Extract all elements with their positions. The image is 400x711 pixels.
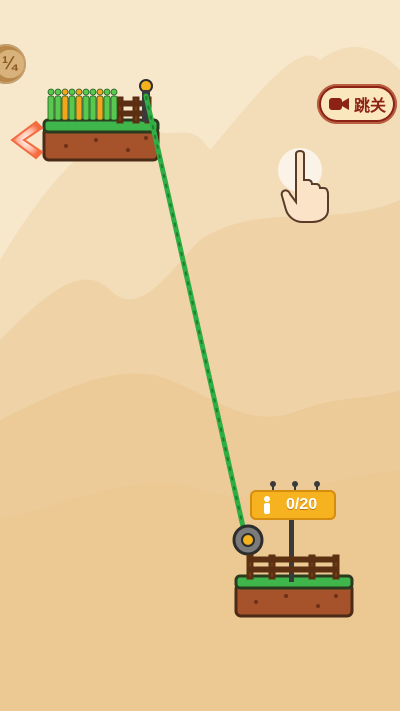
person-figure: [110, 88, 118, 121]
person-figure: [103, 88, 111, 121]
rescue-counter-sign: 0/20: [250, 490, 336, 520]
game-stage[interactable]: ¼ 跳关 0/20: [0, 0, 400, 711]
back-arrow-icon[interactable]: [6, 116, 54, 164]
person-figure: [82, 88, 90, 121]
skip-level-label: 跳关: [353, 96, 386, 115]
video-camera-icon: [328, 98, 349, 110]
person-figure: [75, 88, 83, 121]
skip-level-button[interactable]: 跳关: [317, 84, 397, 124]
start-platform: [42, 118, 160, 162]
start-platform-grass: [42, 118, 160, 134]
person-figure: [54, 88, 62, 121]
hand-pointer-icon: [278, 148, 329, 223]
person-figure: [68, 88, 76, 121]
person-figure: [89, 88, 97, 121]
skip-level-button-face: 跳关: [321, 88, 393, 120]
rescue-counter-text: 0/20: [286, 496, 318, 513]
person-figure: [96, 88, 104, 121]
pulley-wheel: [232, 524, 264, 556]
people-crowd: [47, 88, 118, 121]
badge-icon: ¼: [2, 53, 18, 73]
person-figure: [61, 88, 69, 121]
person-icon: [264, 496, 270, 514]
